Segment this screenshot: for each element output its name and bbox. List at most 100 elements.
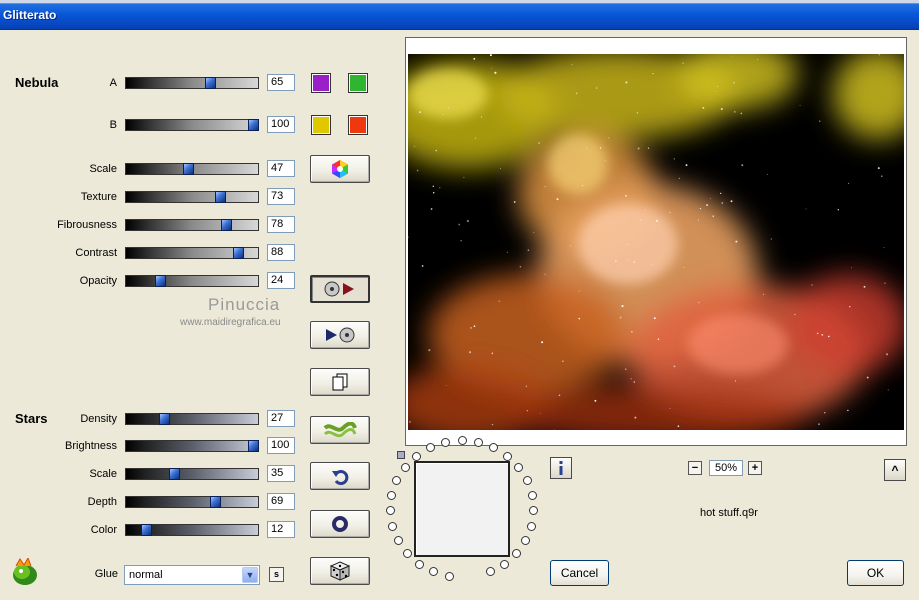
- zoom-level: 50%: [709, 460, 743, 476]
- slider-thumb[interactable]: [248, 119, 259, 131]
- navigator-dot[interactable]: [522, 476, 532, 485]
- nebula-opacity-value[interactable]: 24: [267, 272, 295, 289]
- nebula-texture-value[interactable]: 73: [267, 188, 295, 205]
- navigator-dot[interactable]: [441, 437, 451, 447]
- nebula-contrast-slider[interactable]: [125, 247, 259, 259]
- stars-color-value[interactable]: 12: [267, 521, 295, 538]
- slider-thumb[interactable]: [215, 191, 226, 203]
- thumbnail-navigator[interactable]: [414, 461, 510, 557]
- slider-thumb[interactable]: [159, 413, 170, 425]
- nebula-fibrousness-slider[interactable]: [125, 219, 259, 231]
- color-wheel-button[interactable]: [310, 155, 370, 183]
- navigator-dot[interactable]: [385, 506, 395, 516]
- slider-thumb[interactable]: [248, 440, 259, 452]
- slider-thumb[interactable]: [141, 524, 152, 536]
- nebula-fibrousness-label: Fibrousness: [57, 219, 117, 231]
- ring-icon: [332, 516, 348, 532]
- navigator-dot[interactable]: [528, 490, 538, 500]
- preview-frame: [405, 37, 907, 446]
- nebula-opacity-slider[interactable]: [125, 275, 259, 287]
- nebula-color-b2-swatch[interactable]: [348, 115, 368, 135]
- navigator-dot[interactable]: [521, 536, 531, 546]
- stars-depth-slider[interactable]: [125, 496, 259, 508]
- navigator-dot[interactable]: [429, 567, 439, 577]
- save-preset-button[interactable]: [310, 275, 370, 303]
- glue-select[interactable]: normal ▼: [124, 565, 260, 585]
- navigator-dot[interactable]: [457, 436, 467, 446]
- zoom-in-button[interactable]: +: [748, 461, 762, 475]
- ring-button[interactable]: [310, 510, 370, 538]
- nebula-fibrousness-value[interactable]: 78: [267, 216, 295, 233]
- navigator-dot[interactable]: [444, 571, 454, 581]
- slider-thumb[interactable]: [221, 219, 232, 231]
- navigator-dot[interactable]: [411, 451, 421, 461]
- navigator-handle[interactable]: [397, 451, 405, 459]
- navigator-dot[interactable]: [400, 462, 410, 472]
- navigator-dot[interactable]: [387, 521, 397, 531]
- navigator-dot[interactable]: [514, 462, 524, 472]
- chevron-down-icon[interactable]: ▼: [242, 567, 258, 583]
- navigator-dot[interactable]: [402, 549, 412, 559]
- expand-button[interactable]: ^: [884, 459, 906, 481]
- stars-scale-label: Scale: [89, 468, 117, 480]
- navigator-dot[interactable]: [473, 437, 483, 447]
- nebula-b-value[interactable]: 100: [267, 116, 295, 133]
- top-strip: [0, 0, 919, 4]
- navigator-dot[interactable]: [529, 506, 539, 516]
- stars-brightness-value[interactable]: 100: [267, 437, 295, 454]
- nebula-a-slider[interactable]: [125, 77, 259, 89]
- nebula-opacity-label: Opacity: [79, 275, 117, 287]
- slider-thumb[interactable]: [205, 77, 216, 89]
- navigator-dot[interactable]: [499, 559, 509, 569]
- nebula-texture-slider[interactable]: [125, 191, 259, 203]
- slider-thumb[interactable]: [183, 163, 194, 175]
- navigator-dot[interactable]: [503, 451, 513, 461]
- slider-thumb[interactable]: [169, 468, 180, 480]
- stars-density-slider[interactable]: [125, 413, 259, 425]
- nebula-preview-image[interactable]: [408, 54, 904, 430]
- stars-color-slider[interactable]: [125, 524, 259, 536]
- slider-thumb[interactable]: [233, 247, 244, 259]
- copy-button[interactable]: [310, 368, 370, 396]
- nebula-color-b1-swatch[interactable]: [311, 115, 331, 135]
- preset-filename: hot stuff.q9r: [700, 507, 758, 519]
- slider-thumb[interactable]: [210, 496, 221, 508]
- stars-scale-value[interactable]: 35: [267, 465, 295, 482]
- nebula-scale-value[interactable]: 47: [267, 160, 295, 177]
- nebula-contrast-value[interactable]: 88: [267, 244, 295, 261]
- cancel-button[interactable]: Cancel: [550, 560, 609, 586]
- navigator-dot[interactable]: [512, 549, 522, 559]
- dice-icon: [330, 561, 350, 581]
- navigator-dot[interactable]: [386, 490, 396, 500]
- stars-depth-value[interactable]: 69: [267, 493, 295, 510]
- navigator-dot[interactable]: [425, 443, 435, 453]
- stars-brightness-slider[interactable]: [125, 440, 259, 452]
- navigator-dot[interactable]: [393, 536, 403, 546]
- zoom-out-button[interactable]: −: [688, 461, 702, 475]
- nebula-color-a2-swatch[interactable]: [348, 73, 368, 93]
- stars-density-value[interactable]: 27: [267, 410, 295, 427]
- randomize-button[interactable]: [310, 557, 370, 585]
- wave-button[interactable]: [310, 416, 370, 444]
- nebula-color-a1-swatch[interactable]: [311, 73, 331, 93]
- load-preset-button[interactable]: [310, 321, 370, 349]
- stars-brightness-label: Brightness: [65, 440, 117, 452]
- nebula-scale-label: Scale: [89, 163, 117, 175]
- nebula-b-slider[interactable]: [125, 119, 259, 131]
- navigator-dot[interactable]: [489, 443, 499, 453]
- stars-scale-slider[interactable]: [125, 468, 259, 480]
- navigator-dot[interactable]: [415, 559, 425, 569]
- undo-button[interactable]: [310, 462, 370, 490]
- stars-section-label: Stars: [15, 411, 48, 426]
- glue-side-button[interactable]: s: [269, 567, 284, 582]
- nebula-b-label: B: [109, 119, 117, 131]
- title-bar: Glitterato: [0, 0, 919, 30]
- navigator-dot[interactable]: [485, 567, 495, 577]
- navigator-dot[interactable]: [527, 521, 537, 531]
- nebula-a-value[interactable]: 65: [267, 74, 295, 91]
- ok-button[interactable]: OK: [847, 560, 904, 586]
- slider-thumb[interactable]: [155, 275, 166, 287]
- info-button[interactable]: [550, 457, 572, 479]
- nebula-scale-slider[interactable]: [125, 163, 259, 175]
- navigator-dot[interactable]: [392, 476, 402, 485]
